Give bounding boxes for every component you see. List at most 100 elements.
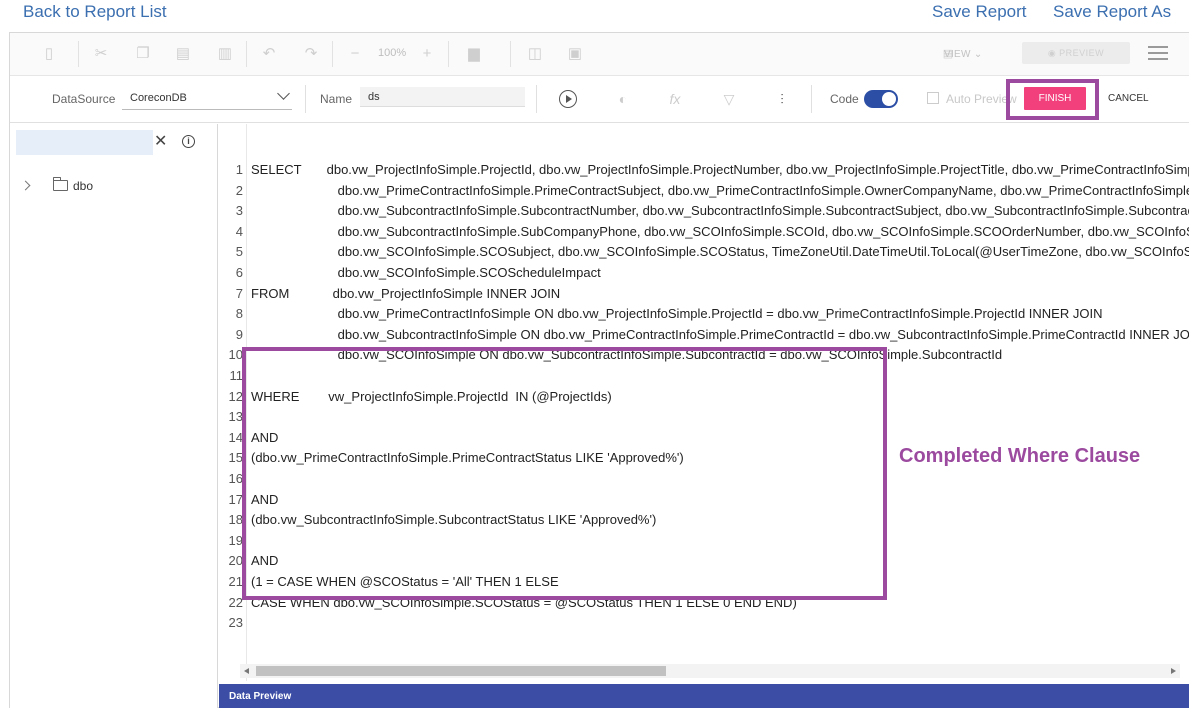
line-number: 11 [229, 368, 244, 383]
scroll-left-icon[interactable] [244, 668, 249, 674]
line-number: 1 [235, 162, 243, 177]
sql-code-editor[interactable]: 1 SELECT dbo.vw_ProjectInfoSimple.Project… [219, 124, 1189, 681]
code-line: dbo.vw_PrimeContractInfoSimple.PrimeCont… [337, 182, 1189, 198]
line-number: 10 [228, 347, 243, 363]
info-icon[interactable]: i [182, 135, 195, 148]
code-line: dbo.vw_PrimeContractInfoSimple ON dbo.vw… [251, 306, 1103, 322]
line-number: 12 [228, 388, 243, 404]
group-icon[interactable]: ▣ [566, 45, 584, 63]
name-label: Name [320, 92, 353, 106]
toolbar-divider [332, 41, 333, 67]
code-line: (dbo.vw_SubcontractInfoSimple.Subcontrac… [251, 512, 657, 528]
line-number: 8 [235, 306, 243, 322]
toolbar-divider [305, 85, 306, 113]
name-input[interactable] [360, 87, 525, 107]
schema-tree-panel: ✕ i dbo [10, 124, 218, 708]
scroll-right-icon[interactable] [1171, 668, 1176, 674]
delete-icon[interactable]: ▥ [216, 45, 234, 63]
line-number: 9 [235, 326, 243, 342]
line-number: 5 [235, 244, 243, 260]
chevron-down-icon [277, 87, 290, 100]
view-dropdown[interactable]: VIEW ⌄ [944, 49, 983, 60]
line-number: 20 [228, 553, 243, 569]
code-line: dbo.vw_SCOInfoSimple.SCOSubject, dbo.vw_… [251, 244, 1189, 260]
folder-icon [52, 177, 68, 191]
code-label: Code [830, 92, 859, 106]
code-line: dbo.vw_SubcontractInfoSimple.Subcontract… [251, 203, 1189, 219]
code-line: WHERE vw_ProjectInfoSimple.ProjectId IN … [251, 388, 612, 404]
code-toggle[interactable] [864, 90, 898, 108]
line-number: 2 [235, 182, 243, 198]
line-number: 16 [228, 471, 243, 486]
finish-button[interactable]: FINISH [1024, 87, 1086, 110]
copy-icon[interactable]: ❐ [134, 45, 152, 63]
horizontal-scrollbar[interactable] [240, 664, 1180, 678]
code-line: AND [251, 491, 279, 507]
run-query-icon[interactable] [559, 90, 577, 108]
cancel-button[interactable]: CANCEL [1108, 93, 1149, 104]
new-file-icon[interactable]: ▯ [40, 45, 58, 63]
toolbar-divider [78, 41, 79, 67]
code-line: dbo.vw_SubcontractInfoSimple.SubCompanyP… [251, 223, 1189, 239]
line-number: 13 [228, 409, 243, 425]
function-icon[interactable]: fx [665, 89, 685, 109]
code-line: (dbo.vw_PrimeContractInfoSimple.PrimeCon… [251, 450, 684, 466]
code-line: (1 = CASE WHEN @SCOStatus = 'All' THEN 1… [251, 574, 559, 589]
toolbar-divider [510, 41, 511, 67]
line-number: 6 [235, 265, 243, 280]
line-number: 22 [228, 594, 243, 610]
data-preview-bar[interactable]: Data Preview [219, 684, 1189, 708]
paint-format-icon[interactable]: ▆ [465, 45, 483, 63]
save-report-as-link[interactable]: Save Report As [1053, 2, 1171, 22]
line-number: 18 [228, 512, 243, 528]
undo-icon[interactable]: ↶ [260, 45, 278, 63]
scrollbar-thumb[interactable] [256, 666, 666, 676]
cut-icon[interactable]: ✂ [92, 45, 110, 63]
toolbar-divider [246, 41, 247, 67]
line-number: 15 [228, 450, 243, 466]
line-number: 14 [228, 429, 243, 445]
datasource-select[interactable]: CoreconDB [122, 86, 292, 110]
line-number: 21 [228, 574, 243, 589]
code-line: dbo.vw_SCOInfoSimple.SCOScheduleImpact [251, 265, 601, 280]
zoom-level: 100% [378, 47, 407, 59]
line-number: 4 [235, 223, 243, 239]
line-number: 7 [235, 285, 243, 301]
query-toolbar: DataSource CoreconDB Name ◐ fx ▽ ⫶ Code … [10, 77, 1189, 123]
line-number: 3 [235, 203, 243, 219]
zoom-out-icon[interactable]: − [346, 45, 364, 63]
close-icon[interactable]: ✕ [154, 133, 167, 151]
paste-icon[interactable]: ▤ [174, 45, 192, 63]
main-toolbar: ▯ ✂ ❐ ▤ ▥ ↶ ↷ − 100% + ▆ ◫ ▣ ▤ VIEW ⌄ ◉ … [10, 33, 1189, 76]
query-designer: ▯ ✂ ❐ ▤ ▥ ↶ ↷ − 100% + ▆ ◫ ▣ ▤ VIEW ⌄ ◉ … [9, 32, 1189, 708]
code-line: dbo.vw_SubcontractInfoSimple ON dbo.vw_P… [251, 326, 1189, 342]
filter-icon[interactable]: ▽ [719, 89, 739, 109]
toolbar-divider [811, 85, 812, 113]
line-number: 17 [228, 491, 243, 507]
auto-preview-checkbox[interactable] [927, 92, 939, 104]
preview-button[interactable]: ◉ PREVIEW [1022, 42, 1130, 64]
toolbar-divider [448, 41, 449, 67]
redo-icon[interactable]: ↷ [302, 45, 320, 63]
code-line: dbo.vw_SCOInfoSimple ON dbo.vw_Subcontra… [251, 347, 1003, 363]
code-line: AND [251, 429, 279, 445]
annotation-label: Completed Where Clause [899, 445, 1141, 467]
hamburger-menu-icon[interactable] [1148, 46, 1168, 62]
line-number: 23 [228, 615, 243, 631]
chevron-right-icon[interactable] [20, 180, 31, 191]
schema-search-input[interactable] [16, 130, 153, 155]
settings-sliders-icon[interactable]: ⫶ [772, 89, 792, 109]
back-to-report-list-link[interactable]: Back to Report List [23, 2, 167, 22]
code-line: AND [251, 553, 279, 569]
align-icon[interactable]: ◫ [526, 45, 544, 63]
join-icon[interactable]: ◐ [613, 89, 633, 109]
datasource-label: DataSource [52, 92, 116, 106]
code-line: CASE WHEN dbo.vw_SCOInfoSimple.SCOStatus… [251, 594, 797, 610]
code-line: FROM dbo.vw_ProjectInfoSimple INNER JOIN [251, 285, 561, 301]
toolbar-divider [536, 85, 537, 113]
zoom-in-icon[interactable]: + [418, 45, 436, 63]
datasource-value: CoreconDB [130, 92, 187, 104]
save-report-link[interactable]: Save Report [932, 2, 1027, 22]
code-line: SELECT dbo.vw_ProjectInfoSimple.ProjectI… [251, 162, 1189, 177]
tree-item-dbo[interactable]: dbo [73, 179, 93, 193]
